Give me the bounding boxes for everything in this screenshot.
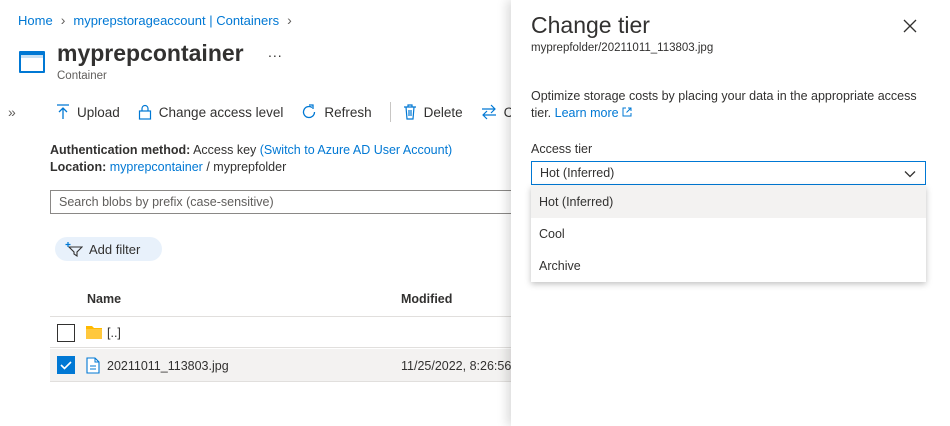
swap-icon (481, 104, 496, 120)
location-label: Location: (50, 160, 107, 174)
filter-add-icon (65, 242, 83, 257)
row-checkbox[interactable] (57, 324, 75, 342)
folder-icon (86, 326, 102, 339)
column-header-name[interactable]: Name (87, 292, 121, 306)
column-header-modified[interactable]: Modified (401, 292, 452, 306)
panel-subtitle: myprepfolder/20211011_113803.jpg (531, 42, 714, 54)
row-checkbox[interactable] (57, 356, 75, 374)
chevron-down-icon (904, 171, 916, 178)
location-separator: / (206, 160, 210, 174)
page-title: myprepcontainer (57, 40, 244, 66)
upload-label: Upload (77, 104, 120, 120)
auth-value: Access key (193, 143, 257, 157)
access-tier-dropdown[interactable]: Hot (Inferred) (531, 161, 926, 185)
chevron-right-icon: › (60, 12, 66, 28)
panel-description: Optimize storage costs by placing your d… (531, 88, 931, 122)
trash-icon (403, 104, 416, 120)
auth-method: Authentication method: Access key (Switc… (50, 143, 452, 157)
lock-icon (138, 104, 151, 120)
change-access-level-button[interactable]: Change access level (138, 104, 284, 120)
checkmark-icon (60, 361, 72, 370)
change-tier-panel: Change tier myprepfolder/20211011_113803… (511, 0, 950, 426)
location-container-link[interactable]: myprepcontainer (110, 160, 203, 174)
add-filter-button[interactable]: Add filter (55, 237, 162, 261)
close-icon[interactable] (901, 17, 919, 35)
search-input[interactable]: Search blobs by prefix (case-sensitive) (50, 190, 520, 214)
upload-icon (57, 104, 69, 119)
external-link-icon (622, 107, 632, 117)
access-tier-options: Hot (Inferred) Cool Archive (531, 186, 926, 282)
breadcrumb-account[interactable]: myprepstorageaccount | Containers (73, 13, 279, 28)
toolbar-divider (389, 102, 391, 122)
auth-label: Authentication method: (50, 143, 191, 157)
switch-auth-link[interactable]: (Switch to Azure AD User Account) (260, 143, 452, 157)
more-options-button[interactable]: ... (268, 44, 283, 60)
access-tier-label: Access tier (531, 142, 593, 156)
chevron-right-icon: › (287, 12, 292, 28)
option-hot[interactable]: Hot (Inferred) (531, 186, 926, 218)
file-icon (86, 357, 100, 374)
change-access-label: Change access level (158, 104, 284, 120)
breadcrumb: Home › myprepstorageaccount | Containers… (18, 12, 292, 28)
delete-label: Delete (423, 104, 463, 120)
refresh-icon (303, 104, 316, 119)
row-name[interactable]: [..] (107, 326, 121, 340)
expand-sidebar-icon[interactable]: » (8, 104, 16, 120)
breadcrumb-home[interactable]: Home (18, 13, 53, 28)
panel-title: Change tier (531, 12, 650, 38)
delete-button[interactable]: Delete (403, 104, 463, 120)
upload-button[interactable]: Upload (56, 104, 120, 120)
dropdown-selected-value: Hot (Inferred) (540, 166, 615, 180)
learn-more-label: Learn more (554, 106, 619, 120)
add-filter-label: Add filter (89, 241, 141, 257)
learn-more-link[interactable]: Learn more (555, 106, 632, 120)
option-cool[interactable]: Cool (531, 218, 926, 250)
refresh-button[interactable]: Refresh (301, 104, 372, 120)
table-row[interactable]: [..] (50, 317, 512, 348)
row-modified: 11/25/2022, 8:26:56 (401, 359, 512, 373)
refresh-label: Refresh (324, 104, 372, 120)
container-icon (19, 51, 45, 73)
table-row[interactable]: 20211011_113803.jpg 11/25/2022, 8:26:56 (50, 349, 512, 382)
page-subtitle: Container (57, 70, 107, 82)
row-name[interactable]: 20211011_113803.jpg (107, 359, 229, 373)
location: Location: myprepcontainer / myprepfolder (50, 160, 286, 174)
option-archive[interactable]: Archive (531, 250, 926, 282)
location-folder: myprepfolder (213, 160, 287, 174)
toolbar: Upload Change access level Refresh Delet… (56, 102, 539, 122)
